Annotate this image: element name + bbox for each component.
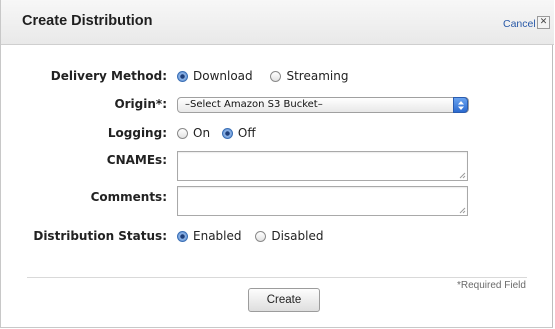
- origin-label: Origin*:: [114, 97, 167, 111]
- distribution-status-option-disabled[interactable]: Disabled: [255, 229, 323, 243]
- delivery-method-option-label: Streaming: [286, 69, 349, 83]
- delivery-method-option-label: Download: [193, 69, 253, 83]
- distribution-status-label-wrap: Distribution Status:: [1, 229, 167, 245]
- logging-option-label: Off: [237, 126, 256, 140]
- delivery-method-option-streaming[interactable]: Streaming: [270, 69, 348, 83]
- cnames-label: CNAMEs:: [106, 153, 167, 167]
- logging-radio-group: On Off: [177, 126, 270, 140]
- origin-label-wrap: Origin*:: [1, 97, 167, 113]
- dialog-header: Create Distribution Cancel ✕: [1, 0, 554, 45]
- radio-selected-icon[interactable]: [177, 231, 188, 242]
- resize-grip-icon[interactable]: [459, 172, 466, 179]
- comments-textarea[interactable]: [177, 186, 468, 216]
- comments-label: Comments:: [90, 190, 167, 204]
- dialog-title: Create Distribution: [22, 13, 153, 29]
- required-field-note: *Required Field: [457, 280, 526, 291]
- radio-selected-icon[interactable]: [177, 71, 188, 82]
- logging-label: Logging:: [107, 126, 167, 140]
- distribution-status-option-label: Disabled: [271, 229, 324, 243]
- create-button[interactable]: Create: [248, 288, 320, 312]
- logging-option-off[interactable]: Off: [221, 126, 256, 140]
- delivery-method-label-wrap: Delivery Method:: [1, 69, 167, 85]
- cnames-label-wrap: CNAMEs:: [1, 153, 167, 169]
- cnames-textarea[interactable]: [177, 151, 468, 181]
- footer-divider: [27, 277, 527, 278]
- logging-label-wrap: Logging:: [1, 126, 167, 142]
- distribution-status-radio-group: Enabled Disabled: [177, 229, 337, 243]
- delivery-method-option-download[interactable]: Download: [177, 69, 253, 83]
- select-arrows-icon[interactable]: [453, 97, 468, 113]
- radio-unselected-icon[interactable]: [255, 231, 267, 242]
- distribution-status-option-label: Enabled: [193, 229, 242, 243]
- distribution-status-label: Distribution Status:: [33, 229, 167, 243]
- delivery-method-radio-group: Download Streaming: [177, 69, 362, 83]
- resize-grip-icon[interactable]: [459, 207, 466, 214]
- radio-unselected-icon[interactable]: [177, 128, 188, 139]
- origin-select[interactable]: –Select Amazon S3 Bucket–: [177, 97, 469, 113]
- origin-select-value: –Select Amazon S3 Bucket–: [185, 99, 323, 110]
- radio-selected-icon[interactable]: [221, 128, 233, 139]
- logging-option-label: On: [193, 126, 211, 140]
- distribution-status-option-enabled[interactable]: Enabled: [177, 229, 242, 243]
- logging-option-on[interactable]: On: [177, 126, 210, 140]
- close-icon[interactable]: ✕: [537, 16, 550, 29]
- delivery-method-label: Delivery Method:: [50, 69, 167, 83]
- comments-label-wrap: Comments:: [1, 190, 167, 206]
- radio-unselected-icon[interactable]: [270, 71, 282, 82]
- create-distribution-dialog: Create Distribution Cancel ✕ Delivery Me…: [0, 0, 554, 328]
- cancel-link[interactable]: Cancel: [503, 18, 536, 30]
